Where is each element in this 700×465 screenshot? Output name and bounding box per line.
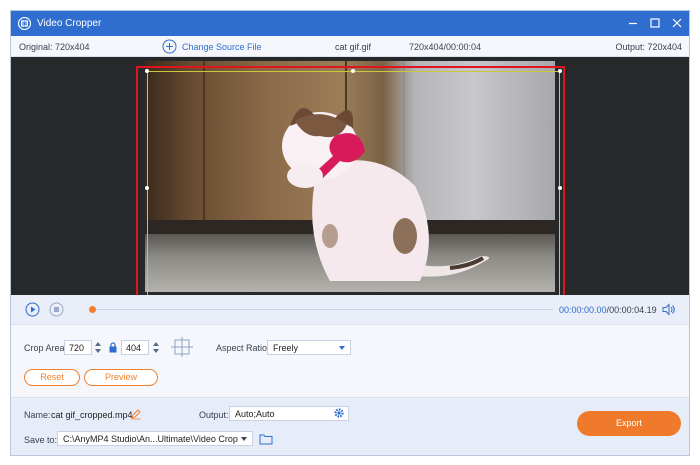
minimize-icon[interactable] <box>625 15 641 31</box>
save-to-label: Save to: <box>24 435 58 445</box>
video-preview-area <box>11 57 689 313</box>
output-label: Output: <box>199 410 229 420</box>
stop-icon[interactable] <box>49 302 64 317</box>
crop-width-input[interactable]: 720 <box>64 340 92 355</box>
current-time: 00:00:00.00 <box>559 305 607 315</box>
folder-icon[interactable] <box>259 432 273 445</box>
crop-handle-left[interactable] <box>145 186 149 190</box>
crop-area-label: Crop Area: <box>24 343 68 353</box>
maximize-icon[interactable] <box>647 15 663 31</box>
crop-handle-top-right[interactable] <box>558 69 562 73</box>
add-circle-icon <box>162 39 177 54</box>
output-settings-field[interactable]: Auto;Auto <box>229 406 349 421</box>
crop-controls: Crop Area: 720 404 Aspect Ratio: Freely … <box>11 324 689 398</box>
crop-height-input[interactable]: 404 <box>121 340 149 355</box>
export-panel: Name: cat gif_cropped.mp4 Output: Auto;A… <box>11 399 689 455</box>
save-path-dropdown[interactable]: C:\AnyMP4 Studio\An...Ultimate\Video Cro… <box>57 431 253 446</box>
progress-track[interactable] <box>91 309 553 310</box>
output-resolution: Output: 720x404 <box>615 42 682 52</box>
dropdown-arrow-icon <box>339 346 345 350</box>
time-display: 00:00:00.00/00:00:04.19 <box>559 305 657 315</box>
reset-button[interactable]: Reset <box>24 369 80 386</box>
close-icon[interactable] <box>669 15 685 31</box>
info-bar: Original: 720x404 Change Source File cat… <box>11 36 689 57</box>
name-label: Name: <box>24 410 51 420</box>
crop-rectangle[interactable] <box>147 71 560 305</box>
edit-pencil-icon[interactable] <box>130 408 142 420</box>
save-path-value: C:\AnyMP4 Studio\An...Ultimate\Video Cro… <box>63 434 238 444</box>
total-time: 00:00:04.19 <box>609 305 657 315</box>
progress-knob[interactable] <box>89 306 96 313</box>
gear-icon[interactable] <box>333 407 345 419</box>
aspect-ratio-value: Freely <box>273 343 299 353</box>
app-logo-icon <box>17 16 32 31</box>
play-icon[interactable] <box>25 302 40 317</box>
volume-icon[interactable] <box>661 302 676 317</box>
original-resolution: Original: 720x404 <box>19 42 90 52</box>
video-cropper-window: Video Cropper Original: 720x404 Change S… <box>10 10 690 456</box>
crop-handle-top[interactable] <box>351 69 355 73</box>
output-name: cat gif_cropped.mp4 <box>51 410 133 420</box>
preview-button[interactable]: Preview <box>84 369 158 386</box>
dropdown-arrow-icon <box>241 437 247 441</box>
title-bar: Video Cropper <box>11 11 689 36</box>
lock-icon[interactable] <box>108 342 118 353</box>
aspect-ratio-label: Aspect Ratio: <box>216 343 270 353</box>
playback-bar: 00:00:00.00/00:00:04.19 <box>11 295 689 324</box>
center-crop-icon[interactable] <box>171 337 193 357</box>
window-title: Video Cropper <box>37 18 102 29</box>
file-name: cat gif.gif <box>335 42 372 52</box>
crop-handle-right[interactable] <box>558 186 562 190</box>
height-stepper-icon[interactable] <box>152 340 160 355</box>
aspect-ratio-dropdown[interactable]: Freely <box>267 340 351 355</box>
export-button[interactable]: Export <box>577 411 681 436</box>
output-settings-value: Auto;Auto <box>235 409 275 419</box>
width-stepper-icon[interactable] <box>94 340 102 355</box>
crop-handle-top-left[interactable] <box>145 69 149 73</box>
change-source-label: Change Source File <box>182 42 262 52</box>
file-info: 720x404/00:00:04 <box>409 42 482 52</box>
